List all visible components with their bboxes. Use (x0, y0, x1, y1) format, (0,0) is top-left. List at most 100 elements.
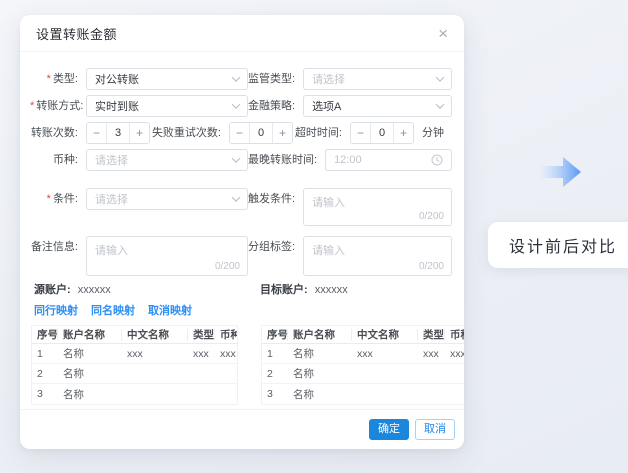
cell-seq: 2 (262, 368, 288, 380)
cell-account-name: 名称 (288, 366, 352, 381)
col-header-cn-name: 中文名称 (122, 329, 188, 341)
group-tag-textarea[interactable]: 请输入 0/200 (303, 236, 452, 276)
fail-retry-stepper: − 0 + (229, 122, 293, 144)
latest-time-label: 最晚转账时间: (248, 149, 325, 171)
target-account-label: 目标账户: (260, 284, 308, 296)
trigger-condition-label: 触发条件: (248, 188, 303, 210)
source-account: 源账户: xxxxxx (30, 283, 260, 297)
timeout-unit: 分钟 (422, 122, 444, 144)
cell-currency: xxx (445, 348, 464, 360)
condition-select[interactable]: 请选择 (86, 188, 248, 210)
transfer-method-value: 实时到账 (95, 98, 139, 114)
transfer-method-label: *转账方式: (30, 95, 86, 117)
col-header-type: 类型 (188, 329, 215, 341)
form-row-steppers: 转账次数: − 3 + 失败重试次数: − 0 + 超时时间: − (26, 122, 458, 144)
design-comparison-caption: 设计前后对比 (488, 222, 628, 268)
required-mark: * (47, 73, 51, 85)
col-header-currency: 币种 (445, 329, 464, 341)
cell-account-name: 名称 (58, 346, 122, 361)
decrement-button[interactable]: − (87, 123, 106, 143)
dialog-footer: 确定 取消 (20, 409, 464, 449)
source-account-label: 源账户: (34, 284, 71, 296)
col-header-type: 类型 (418, 329, 445, 341)
transfer-count-stepper: − 3 + (86, 122, 150, 144)
cell-seq: 1 (262, 348, 288, 360)
fail-retry-value[interactable]: 0 (249, 123, 273, 143)
transfer-count-value[interactable]: 3 (106, 123, 130, 143)
regulatory-type-select[interactable]: 请选择 (303, 68, 452, 90)
financial-strategy-value: 选项A (312, 98, 341, 114)
cell-type: xxx (418, 348, 445, 360)
transfer-count-label: 转账次数: (30, 122, 86, 144)
condition-label: *条件: (30, 188, 86, 210)
form-row-condition: *条件: 请选择 触发条件: 请输入 0/200 (26, 188, 458, 226)
type-select[interactable]: 对公转账 (86, 68, 248, 90)
remark-placeholder: 请输入 (95, 245, 128, 257)
target-account: 目标账户: xxxxxx (260, 283, 348, 297)
cell-seq: 1 (32, 348, 58, 360)
accounts-row: 源账户: xxxxxx 目标账户: xxxxxx (30, 283, 452, 297)
decrement-button[interactable]: − (230, 123, 249, 143)
latest-time-input[interactable]: 12:00 (325, 149, 452, 171)
type-label: *类型: (30, 68, 86, 90)
regulatory-type-label: 监管类型: (248, 68, 303, 90)
cell-seq: 3 (32, 388, 58, 400)
cell-type: xxx (188, 348, 215, 360)
currency-placeholder: 请选择 (95, 152, 128, 168)
table-row[interactable]: 2 名称 (32, 364, 237, 384)
right-arrow-icon (541, 156, 581, 188)
cancel-mapping-link[interactable]: 取消映射 (148, 302, 192, 318)
cell-account-name: 名称 (288, 346, 352, 361)
cell-seq: 3 (262, 388, 288, 400)
close-icon[interactable]: × (438, 25, 448, 42)
remark-label: 备注信息: (30, 236, 86, 258)
cancel-button[interactable]: 取消 (415, 419, 455, 440)
source-account-value: xxxxxx (78, 284, 111, 296)
target-account-value: xxxxxx (315, 284, 348, 296)
financial-strategy-label: 金融策略: (248, 95, 303, 117)
same-bank-mapping-link[interactable]: 同行映射 (34, 302, 78, 318)
table-row[interactable]: 3 名称 (32, 384, 237, 404)
source-account-table: 序号 账户名称 中文名称 类型 币种 1 名称 xxx xxx xxx 2 名称 (31, 325, 238, 405)
table-header-row: 序号 账户名称 中文名称 类型 币种 (32, 326, 237, 344)
account-tables: 序号 账户名称 中文名称 类型 币种 1 名称 xxx xxx xxx 2 名称 (26, 325, 458, 405)
col-header-account-name: 账户名称 (288, 329, 352, 341)
cell-cn-name: xxx (122, 348, 188, 360)
remark-textarea[interactable]: 请输入 0/200 (86, 236, 248, 276)
same-name-mapping-link[interactable]: 同名映射 (91, 302, 135, 318)
latest-time-value: 12:00 (334, 154, 362, 166)
form-row-method: *转账方式: 实时到账 金融策略: 选项A (26, 95, 458, 117)
chevron-down-icon (436, 100, 444, 108)
form-row-currency: 币种: 请选择 最晚转账时间: 12:00 (26, 149, 458, 171)
required-mark: * (30, 100, 34, 112)
decrement-button[interactable]: − (351, 123, 370, 143)
table-row[interactable]: 2 名称 (262, 364, 464, 384)
increment-button[interactable]: + (394, 123, 413, 143)
financial-strategy-select[interactable]: 选项A (303, 95, 452, 117)
transfer-count-group: 转账次数: − 3 + (30, 122, 150, 144)
fail-retry-group: 失败重试次数: − 0 + (152, 122, 293, 144)
char-counter: 0/200 (419, 261, 444, 272)
table-row[interactable]: 1 名称 xxx xxx xxx (32, 344, 237, 364)
caption-text: 设计前后对比 (509, 233, 617, 257)
type-select-value: 对公转账 (95, 71, 139, 87)
timeout-label: 超时时间: (295, 122, 350, 144)
timeout-value[interactable]: 0 (370, 123, 394, 143)
char-counter: 0/200 (215, 261, 240, 272)
cell-account-name: 名称 (288, 387, 352, 402)
increment-button[interactable]: + (130, 123, 149, 143)
chevron-down-icon (232, 73, 240, 81)
trigger-condition-textarea[interactable]: 请输入 0/200 (303, 188, 452, 226)
cell-account-name: 名称 (58, 366, 122, 381)
table-row[interactable]: 3 名称 (262, 384, 464, 404)
currency-select[interactable]: 请选择 (86, 149, 248, 171)
clock-icon (431, 154, 443, 166)
condition-placeholder: 请选择 (95, 191, 128, 207)
chevron-down-icon (436, 73, 444, 81)
increment-button[interactable]: + (273, 123, 292, 143)
col-header-seq: 序号 (262, 329, 288, 341)
currency-label: 币种: (30, 149, 86, 171)
confirm-button[interactable]: 确定 (369, 419, 409, 440)
table-row[interactable]: 1 名称 xxx xxx xxx (262, 344, 464, 364)
transfer-method-select[interactable]: 实时到账 (86, 95, 248, 117)
